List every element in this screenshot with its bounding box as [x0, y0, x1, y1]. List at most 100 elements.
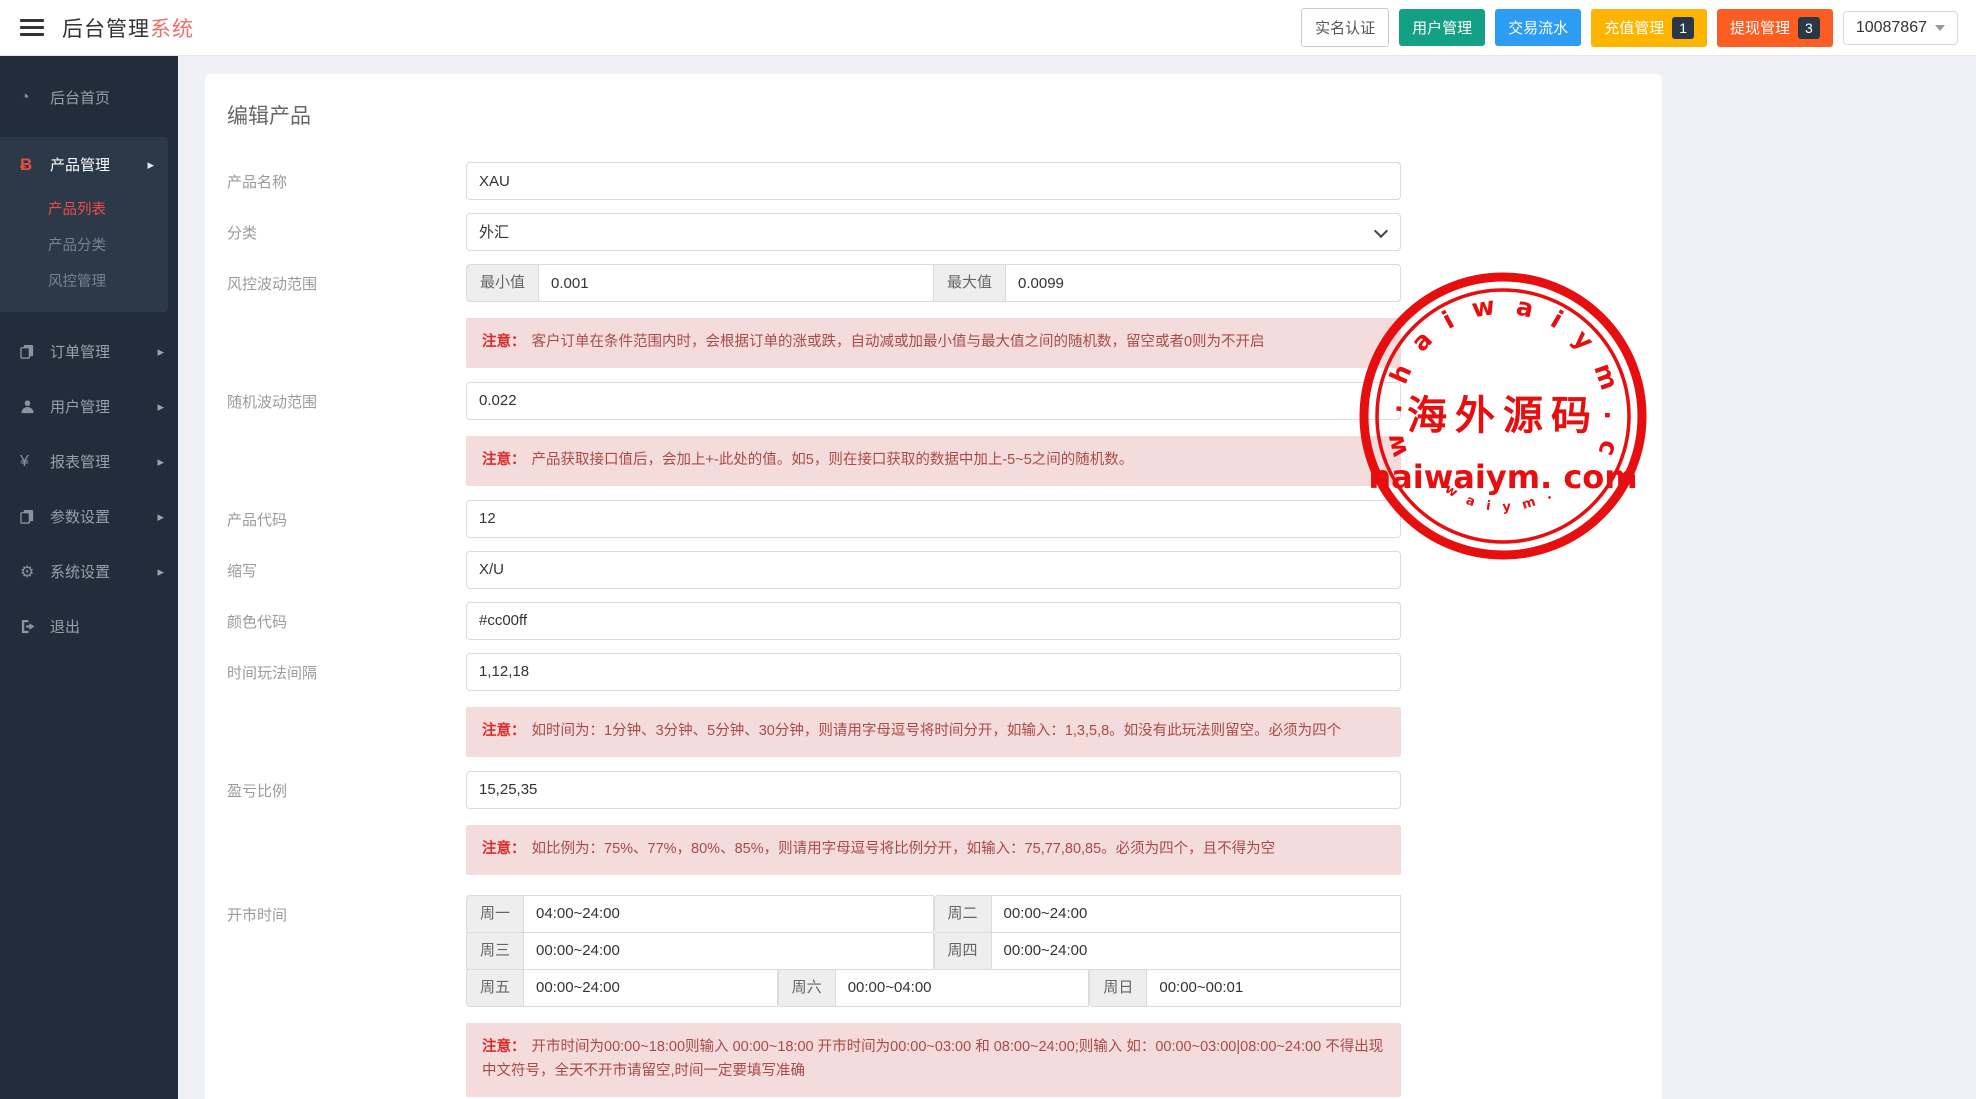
recharge-manage-button[interactable]: 充值管理 1 [1591, 9, 1707, 47]
profit-ratio-label: 盈亏比例 [227, 771, 466, 809]
chevron-right-icon: ▸ [157, 509, 164, 525]
sidebar-item-params[interactable]: 参数设置 ▸ [0, 489, 178, 544]
caret-down-icon [1935, 25, 1945, 31]
withdraw-manage-label: 提现管理 [1730, 17, 1790, 38]
account-dropdown[interactable]: 10087867 [1843, 11, 1958, 45]
app-title: 后台管理系统 [62, 13, 194, 43]
product-code-input[interactable] [466, 500, 1401, 538]
sidebar-item-label: 退出 [50, 616, 164, 637]
open-time-row: 开市时间 周一 周二 周三 [227, 895, 1662, 1007]
sidebar-item-label: 产品管理 [50, 154, 147, 175]
open-time-tue-input[interactable] [991, 895, 1401, 933]
risk-range-row: 风控波动范围 最小值 最大值 [227, 264, 1662, 302]
sidebar-item-label: 系统设置 [50, 561, 157, 582]
color-code-input[interactable] [466, 602, 1401, 640]
sidebar-item-dashboard[interactable]: ◔ 后台首页 [0, 70, 178, 125]
category-row: 分类 外汇 [227, 213, 1662, 251]
risk-range-label: 风控波动范围 [227, 264, 466, 302]
dashboard-icon: ◔ [20, 89, 46, 107]
sidebar-item-label: 用户管理 [50, 396, 157, 417]
abbreviation-label: 缩写 [227, 551, 466, 589]
app-header: 后台管理系统 实名认证 用户管理 交易流水 充值管理 1 提现管理 3 1008… [0, 0, 1976, 56]
file-icon [20, 509, 46, 524]
menu-toggle-icon[interactable] [20, 15, 44, 40]
product-code-row: 产品代码 [227, 500, 1662, 538]
sidebar-item-product-manage[interactable]: Ƀ 产品管理 ▸ [0, 137, 168, 192]
weekday-addon: 周五 [466, 969, 523, 1007]
abbreviation-input[interactable] [466, 551, 1401, 589]
sidebar-group-product: Ƀ 产品管理 ▸ 产品列表 产品分类 风控管理 [0, 137, 168, 312]
sidebar-item-product-list[interactable]: 产品列表 [0, 192, 168, 228]
random-range-input[interactable] [466, 382, 1401, 420]
sidebar-item-orders[interactable]: 订单管理 ▸ [0, 324, 178, 379]
product-name-label: 产品名称 [227, 162, 466, 200]
weekday-addon: 周三 [466, 932, 523, 970]
open-time-sun-input[interactable] [1146, 969, 1401, 1007]
sidebar-item-label: 报表管理 [50, 451, 157, 472]
sidebar-item-risk-manage[interactable]: 风控管理 [0, 264, 168, 300]
random-range-notice: 注意：产品获取接口值后，会加上+-此处的值。如5，则在接口获取的数据中加上-5~… [466, 436, 1401, 486]
app-title-primary: 后台管理 [62, 18, 150, 41]
abbreviation-row: 缩写 [227, 551, 1662, 589]
product-code-label: 产品代码 [227, 500, 466, 538]
sidebar-item-users[interactable]: 用户管理 ▸ [0, 379, 178, 434]
open-time-notice: 注意：开市时间为00:00~18:00则输入 00:00~18:00 开市时间为… [466, 1023, 1401, 1097]
time-intervals-notice: 注意：如时间为：1分钟、3分钟、5分钟、30分钟，则请用字母逗号将时间分开，如输… [466, 707, 1401, 757]
risk-max-input[interactable] [1005, 264, 1401, 302]
weekday-addon: 周日 [1089, 969, 1146, 1007]
open-time-fri-input[interactable] [523, 969, 778, 1007]
main-content: 编辑产品 产品名称 分类 外汇 风控波动范围 最小值 [178, 56, 1976, 1099]
user-manage-button[interactable]: 用户管理 [1399, 9, 1485, 46]
random-range-label: 随机波动范围 [227, 382, 466, 420]
sidebar-item-label: 后台首页 [50, 87, 164, 108]
sidebar-item-label: 参数设置 [50, 506, 157, 527]
sidebar-item-label: 订单管理 [50, 341, 157, 362]
weekday-addon: 周二 [934, 895, 991, 933]
logout-icon [20, 619, 46, 634]
chevron-right-icon: ▸ [157, 344, 164, 360]
recharge-badge: 1 [1672, 17, 1694, 39]
chevron-right-icon: ▸ [157, 454, 164, 470]
max-value-addon: 最大值 [933, 264, 1005, 302]
category-select[interactable]: 外汇 [466, 213, 1401, 251]
trade-flow-button[interactable]: 交易流水 [1495, 9, 1581, 46]
account-number: 10087867 [1856, 19, 1927, 37]
open-time-thu-input[interactable] [991, 932, 1401, 970]
sidebar-item-logout[interactable]: 退出 [0, 599, 178, 654]
weekday-addon: 周一 [466, 895, 523, 933]
chevron-right-icon: ▸ [157, 399, 164, 415]
time-intervals-row: 时间玩法间隔 [227, 653, 1662, 691]
profit-ratio-input[interactable] [466, 771, 1401, 809]
open-time-mon-input[interactable] [523, 895, 933, 933]
edit-product-card: 编辑产品 产品名称 分类 外汇 风控波动范围 最小值 [205, 74, 1662, 1099]
risk-range-notice: 注意：客户订单在条件范围内时，会根据订单的涨或跌，自动减或加最小值与最大值之间的… [466, 318, 1401, 368]
realname-auth-button[interactable]: 实名认证 [1301, 8, 1389, 47]
withdraw-badge: 3 [1798, 17, 1820, 39]
yen-icon: ¥ [20, 453, 46, 471]
page-title: 编辑产品 [227, 100, 1662, 130]
chevron-right-icon: ▸ [157, 564, 164, 580]
recharge-manage-label: 充值管理 [1604, 17, 1664, 38]
risk-min-input[interactable] [538, 264, 934, 302]
product-name-input[interactable] [466, 162, 1401, 200]
gears-icon: ⚙ [20, 562, 46, 582]
color-code-label: 颜色代码 [227, 602, 466, 640]
color-code-row: 颜色代码 [227, 602, 1662, 640]
withdraw-manage-button[interactable]: 提现管理 3 [1717, 9, 1833, 47]
sidebar-item-settings[interactable]: ⚙ 系统设置 ▸ [0, 544, 178, 599]
screen: 后台管理系统 实名认证 用户管理 交易流水 充值管理 1 提现管理 3 1008… [0, 0, 1976, 1099]
profit-ratio-notice: 注意：如比例为：75%、77%，80%、85%，则请用字母逗号将比例分开，如输入… [466, 825, 1401, 875]
product-name-row: 产品名称 [227, 162, 1662, 200]
open-time-wed-input[interactable] [523, 932, 933, 970]
min-value-addon: 最小值 [466, 264, 538, 302]
open-time-label: 开市时间 [227, 895, 466, 1007]
time-intervals-input[interactable] [466, 653, 1401, 691]
category-label: 分类 [227, 213, 466, 251]
bitcoin-icon: Ƀ [20, 155, 46, 175]
weekday-addon: 周六 [778, 969, 835, 1007]
sidebar-item-product-category[interactable]: 产品分类 [0, 228, 168, 264]
weekday-addon: 周四 [934, 932, 991, 970]
user-icon [20, 399, 46, 414]
open-time-sat-input[interactable] [835, 969, 1090, 1007]
sidebar-item-reports[interactable]: ¥ 报表管理 ▸ [0, 434, 178, 489]
